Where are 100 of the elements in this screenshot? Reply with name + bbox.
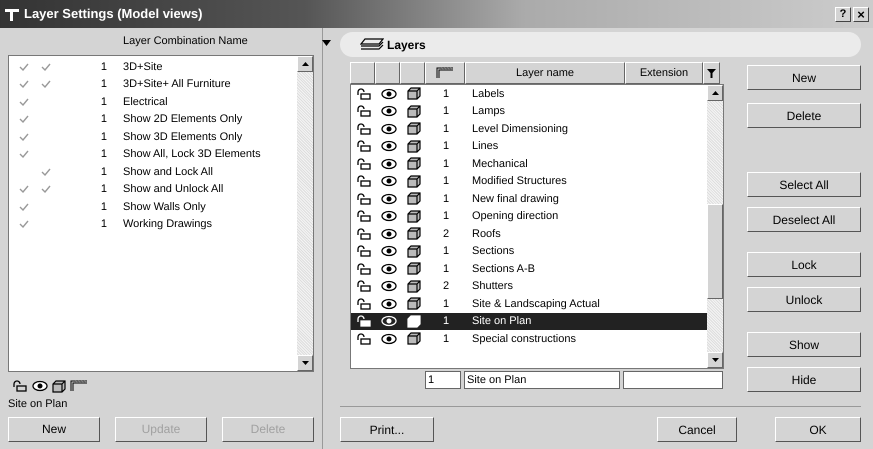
combination-row[interactable]: 1 3D+Site+ All Furniture [9,76,297,93]
padlock-icon[interactable] [356,105,372,118]
eye-icon[interactable] [380,210,396,222]
eye-icon[interactable] [380,140,396,152]
eye-icon[interactable] [380,192,396,205]
box-icon[interactable] [406,210,420,223]
padlock-icon[interactable] [356,228,372,240]
help-button[interactable]: ? [835,6,851,22]
padlock-icon[interactable] [356,175,372,188]
action-button[interactable]: Select All [747,172,861,197]
layer-row[interactable]: 1 Lamps [351,102,707,120]
layer-row[interactable]: 1 Modified Structures [351,172,707,190]
up-arrow-icon[interactable] [302,62,308,66]
combination-row[interactable]: 1 Show and Lock All [9,163,297,180]
action-button[interactable]: New [747,65,861,90]
eye-icon[interactable] [380,280,396,292]
down-arrow-icon[interactable] [302,361,308,365]
print-button[interactable]: Print... [340,417,434,442]
box-icon[interactable] [406,157,420,170]
eye-icon[interactable] [380,122,396,135]
padlock-icon[interactable] [356,210,372,222]
eye-icon[interactable] [380,105,396,118]
box-icon[interactable] [406,87,420,100]
layer-row[interactable]: 1 Labels [351,85,707,102]
combination-name[interactable]: Show and Unlock All [123,181,224,198]
layer-row[interactable]: 1 Site & Landscaping Actual [351,295,707,312]
padlock-icon[interactable] [356,88,372,100]
layer-row[interactable]: 1 New final drawing [351,190,707,208]
close-button[interactable]: × [853,6,869,22]
combination-name[interactable]: Show Walls Only [123,198,206,215]
down-arrow-icon[interactable] [712,358,718,362]
eye-icon[interactable] [380,88,396,100]
box-icon[interactable] [406,280,420,293]
ok-button[interactable]: OK [775,417,861,442]
eye-icon[interactable] [380,175,396,188]
dropdown-arrow-icon[interactable] [322,40,331,46]
layer-row[interactable]: 1 Sections A-B [351,260,707,278]
combination-button[interactable]: New [8,416,100,442]
padlock-icon[interactable] [356,192,372,205]
padlock-icon[interactable] [356,245,372,258]
box-icon[interactable] [406,332,420,346]
combination-name[interactable]: Show 3D Elements Only [123,128,242,145]
action-button[interactable]: Hide [747,367,861,392]
filter-icon[interactable] [707,68,716,78]
combination-row[interactable]: 1 Electrical [9,93,297,110]
combination-row[interactable]: 1 Show Walls Only [9,198,297,216]
eye-icon[interactable] [32,380,48,392]
combination-row[interactable]: 1 Show All, Lock 3D Elements [9,146,297,163]
column-header[interactable]: Layer name [465,62,625,84]
box-icon[interactable] [406,122,420,136]
eye-icon[interactable] [380,228,396,240]
padlock-icon[interactable] [356,332,372,345]
box-icon[interactable] [406,262,420,276]
layer-row[interactable]: 1 Opening direction [351,208,707,225]
combination-name[interactable]: Electrical [123,94,168,110]
action-button[interactable]: Delete [747,103,861,128]
padlock-icon[interactable] [356,262,372,275]
layer-name-field[interactable]: Site on Plan [464,371,620,389]
combination-row[interactable]: 1 Working Drawings [9,216,297,233]
combination-name[interactable]: Show 2D Elements Only [123,111,242,128]
padlock-icon[interactable] [356,158,372,170]
padlock-icon[interactable] [356,315,372,328]
column-header[interactable]: Extension [625,62,703,84]
combination-row[interactable]: 1 Show 3D Elements Only [9,128,297,146]
box-icon[interactable] [406,227,420,240]
layer-row[interactable]: 2 Shutters [351,278,707,295]
count-field[interactable]: 1 [425,371,461,389]
extension-field[interactable] [623,371,723,389]
combination-name[interactable]: Working Drawings [123,216,212,232]
eye-icon[interactable] [380,245,396,258]
cancel-button[interactable]: Cancel [657,417,737,442]
layer-row[interactable]: 1 Mechanical [351,155,707,172]
box-icon[interactable] [52,380,66,392]
action-button[interactable]: Lock [747,252,861,277]
layer-row[interactable]: 1 Lines [351,138,707,155]
layer-row[interactable]: 2 Roofs [351,225,707,242]
box-icon[interactable] [406,104,420,118]
combination-name[interactable]: Show and Lock All [123,164,213,180]
action-button[interactable]: Unlock [747,287,861,312]
padlock-icon[interactable] [356,122,372,135]
box-icon[interactable] [406,192,420,206]
combination-row[interactable]: 1 Show 2D Elements Only [9,110,297,128]
padlock-icon[interactable] [12,380,28,392]
layer-row[interactable]: 1 Sections [351,242,707,260]
layer-row[interactable]: 1 Site on Plan [351,312,707,330]
scrollbar[interactable] [707,85,723,368]
combination-name[interactable]: 3D+Site+ All Furniture [123,76,231,92]
combination-name[interactable]: 3D+Site [123,58,162,75]
padlock-icon[interactable] [356,298,372,310]
combination-row[interactable]: 1 3D+Site [9,58,297,76]
combination-row[interactable]: 1 Show and Unlock All [9,180,297,198]
action-button[interactable]: Deselect All [747,207,861,232]
box-icon[interactable] [406,297,420,310]
eye-icon[interactable] [380,298,396,310]
box-icon[interactable] [406,174,420,188]
combination-name[interactable]: Show All, Lock 3D Elements [123,146,261,162]
action-button[interactable]: Show [747,332,861,357]
scrollbar[interactable] [297,56,313,371]
up-arrow-icon[interactable] [712,91,718,95]
filter-button[interactable] [703,62,720,84]
